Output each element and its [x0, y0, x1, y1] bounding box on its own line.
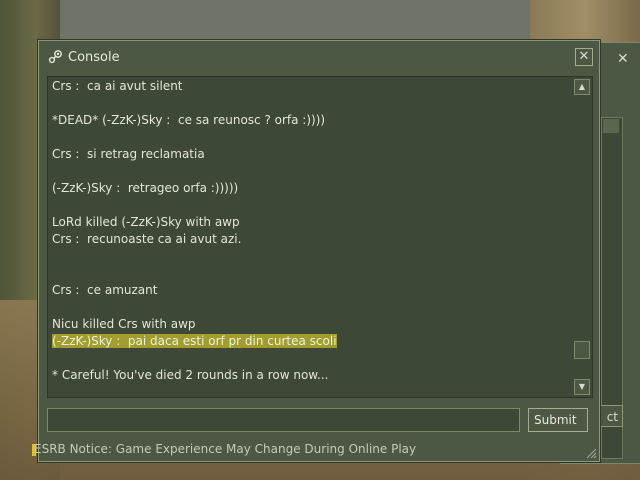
console-log-line	[52, 95, 572, 112]
console-log[interactable]: Crs : ca ai avut silent *DEAD* (-ZzK-)Sky…	[47, 76, 593, 398]
command-input[interactable]	[47, 408, 520, 432]
console-log-line-text: Crs : recunoaste ca ai avut azi.	[52, 232, 242, 246]
console-log-line-text: Crs : ce amuzant	[52, 283, 158, 297]
console-log-line: Crs : ce amuzant	[52, 282, 572, 299]
console-log-line: (-ZzK-)Sky : retrageo orfa :)))))	[52, 180, 572, 197]
resize-grip-icon[interactable]	[585, 447, 597, 459]
scroll-down-button[interactable]: ▼	[574, 379, 590, 395]
console-title-bar[interactable]: Console	[47, 47, 120, 67]
console-log-line	[52, 299, 572, 316]
console-log-line	[52, 129, 572, 146]
console-title: Console	[68, 49, 120, 65]
submit-button[interactable]: Submit	[528, 408, 588, 432]
background-scroll-up-button[interactable]	[603, 119, 619, 133]
steam-icon	[48, 50, 62, 64]
scroll-thumb[interactable]	[574, 341, 590, 359]
console-log-line: *DEAD* (-ZzK-)Sky : ce sa reunosc ? orfa…	[52, 112, 572, 129]
game-background-sky	[60, 0, 530, 45]
console-log-line-text: Crs : ca ai avut silent	[52, 79, 183, 93]
console-log-line-text: Nicu killed Crs with awp	[52, 317, 196, 331]
console-log-line: (-ZzK-)Sky : pai daca esti orf pr din cu…	[52, 333, 572, 350]
console-log-line-text: (-ZzK-)Sky : retrageo orfa :)))))	[52, 181, 239, 195]
console-log-line: * Careful! You've died 2 rounds in a row…	[52, 367, 572, 384]
console-log-line	[52, 163, 572, 180]
console-log-line: Nicu killed Crs with awp	[52, 316, 572, 333]
close-button[interactable]: ✕	[575, 48, 593, 66]
background-close-icon[interactable]: ✕	[617, 51, 629, 67]
console-log-line	[52, 350, 572, 367]
console-log-line-text: (-ZzK-)Sky : pai daca esti orf pr din cu…	[52, 334, 337, 348]
scroll-up-button[interactable]: ▲	[574, 79, 590, 95]
console-log-line	[52, 197, 572, 214]
console-log-text: Crs : ca ai avut silent *DEAD* (-ZzK-)Sky…	[52, 78, 572, 384]
console-log-line: Crs : ca ai avut silent	[52, 78, 572, 95]
console-log-line: Crs : si retrag reclamatia	[52, 146, 572, 163]
console-log-line: LoRd killed (-ZzK-)Sky with awp	[52, 214, 572, 231]
console-log-line: Crs : recunoaste ca ai avut azi.	[52, 231, 572, 248]
console-scrollbar[interactable]: ▲ ▼	[574, 79, 590, 395]
console-log-line	[52, 265, 572, 282]
console-window: Console ✕ Crs : ca ai avut silent *DEAD* …	[38, 40, 600, 462]
console-log-line-text: * Careful! You've died 2 rounds in a row…	[52, 368, 329, 382]
console-log-line-text: Crs : si retrag reclamatia	[52, 147, 205, 161]
console-log-line-text: *DEAD* (-ZzK-)Sky : ce sa reunosc ? orfa…	[52, 113, 326, 127]
console-log-line	[52, 248, 572, 265]
console-log-line-text: LoRd killed (-ZzK-)Sky with awp	[52, 215, 240, 229]
esrb-notice: ESRB Notice: Game Experience May Change …	[34, 442, 417, 456]
